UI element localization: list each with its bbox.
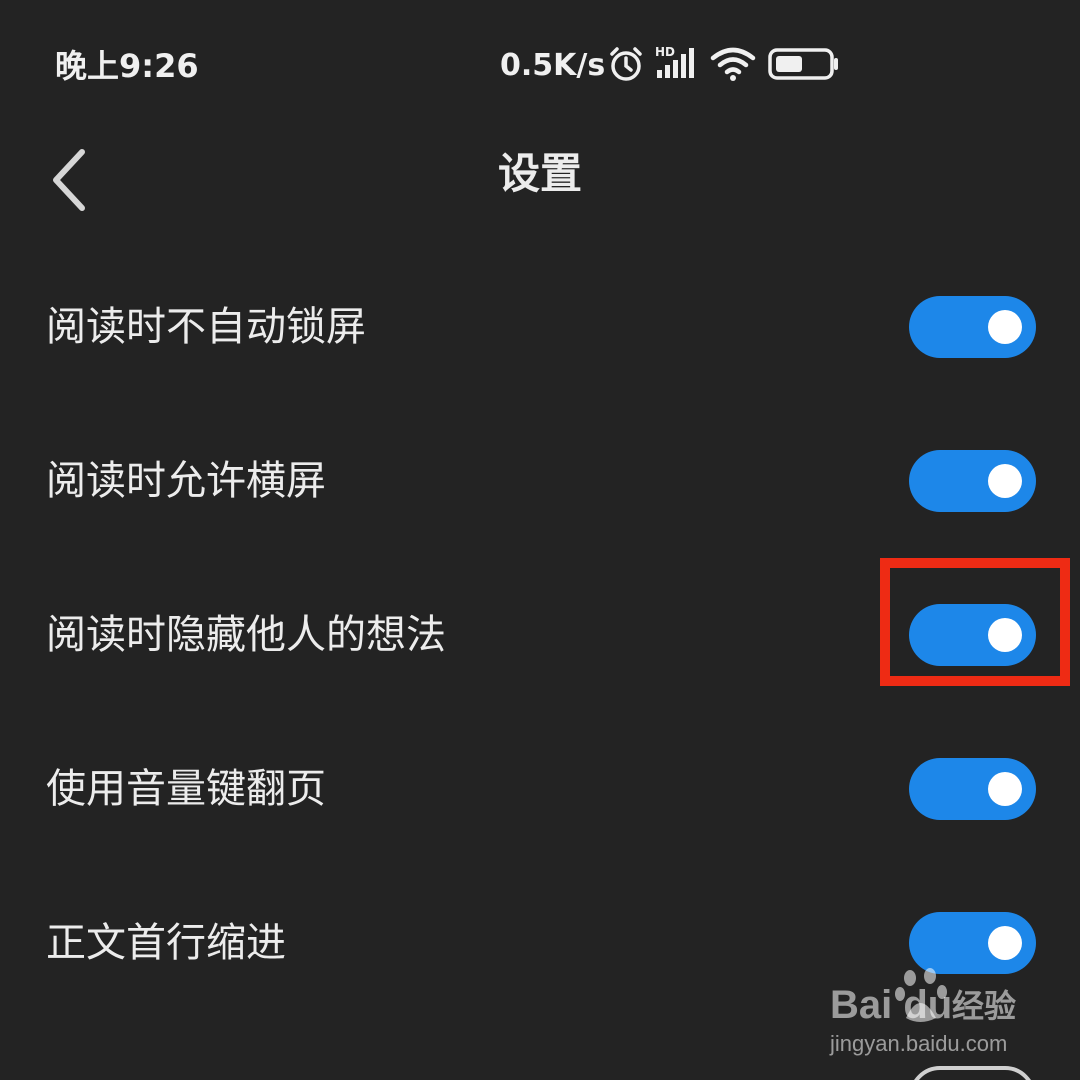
setting-label: 阅读时允许横屏 xyxy=(46,458,326,504)
annotation-highlight-box xyxy=(880,558,1070,686)
toggle-knob xyxy=(988,772,1022,806)
toggle-knob xyxy=(988,310,1022,344)
setting-label: 使用音量键翻页 xyxy=(46,766,326,812)
page-title: 设置 xyxy=(497,149,582,198)
alarm-icon xyxy=(606,44,646,88)
status-time: 晚上9:26 xyxy=(55,47,199,85)
hd-label: HD xyxy=(655,45,675,59)
nav-bar: 设置 xyxy=(0,130,1080,220)
paw-icon xyxy=(894,966,950,1030)
network-speed: 0.5K/s xyxy=(500,48,606,83)
setting-label: 阅读时隐藏他人的想法 xyxy=(46,612,446,658)
toggle-partial[interactable] xyxy=(909,1066,1036,1080)
setting-row-no-auto-lock: 阅读时不自动锁屏 xyxy=(0,250,1080,404)
setting-row-volume-key-page: 使用音量键翻页 xyxy=(0,712,1080,866)
watermark-url: jingyan.baidu.com xyxy=(830,1031,1008,1056)
battery-icon xyxy=(768,44,840,88)
signal-icon: HD xyxy=(655,44,699,88)
watermark-brand: 经验 xyxy=(952,987,1017,1025)
setting-label: 正文首行缩进 xyxy=(46,920,286,966)
toggle-knob xyxy=(988,464,1022,498)
status-bar: 晚上9:26 0.5K/s HD xyxy=(0,0,1080,130)
wifi-icon xyxy=(710,44,756,88)
setting-row-allow-landscape: 阅读时允许横屏 xyxy=(0,404,1080,558)
setting-label: 阅读时不自动锁屏 xyxy=(46,304,366,350)
toggle-knob xyxy=(988,926,1022,960)
toggle-allow-landscape[interactable] xyxy=(909,450,1036,512)
baidu-jingyan-watermark: Bai du 经验 jingyan.baidu.com xyxy=(826,960,1046,1060)
toggle-no-auto-lock[interactable] xyxy=(909,296,1036,358)
toggle-volume-key-page[interactable] xyxy=(909,758,1036,820)
